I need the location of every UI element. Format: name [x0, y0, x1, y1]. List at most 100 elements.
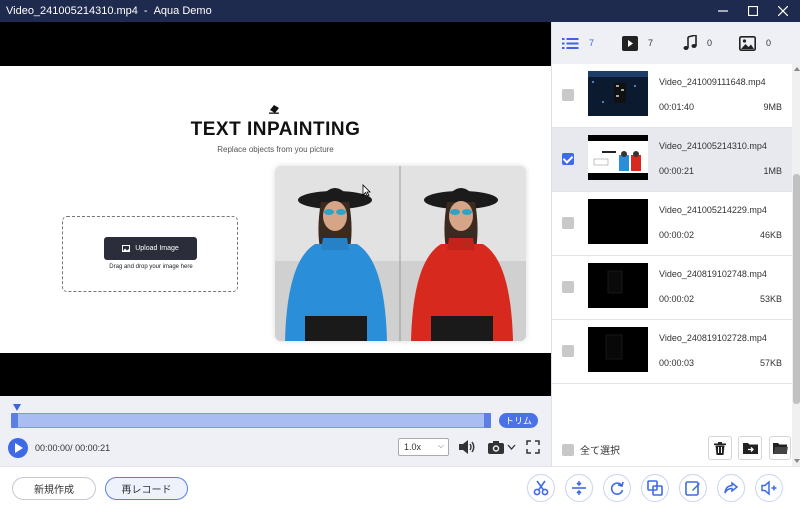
list-item[interactable]: Video_240819102748.mp4 00:00:02 53KB [552, 256, 792, 320]
scroll-down-icon[interactable] [794, 459, 800, 463]
upload-image-button: Upload Image [104, 237, 197, 260]
file-size: 57KB [759, 358, 782, 368]
file-duration: 00:00:02 [659, 294, 695, 304]
title-separator: - [143, 5, 148, 17]
trim-start-handle[interactable] [11, 413, 18, 428]
new-project-button[interactable]: 新規作成 [12, 477, 96, 500]
volume-button[interactable] [458, 438, 476, 456]
cut-tool-button[interactable] [527, 474, 555, 502]
split-icon [572, 481, 586, 495]
woman-portrait-illustration [275, 166, 526, 341]
volume-boost-button[interactable] [755, 474, 783, 502]
tab-image[interactable]: 0 [739, 34, 771, 52]
play-button[interactable] [8, 438, 28, 458]
file-name: Video_240819102728.mp4 [659, 333, 767, 343]
tab-image-count: 0 [766, 38, 772, 48]
media-tabs: 7 7 0 0 [552, 22, 800, 64]
scrollbar-thumb[interactable] [793, 174, 800, 404]
eraser-icon [269, 105, 279, 114]
scissors-icon [533, 480, 549, 496]
video-icon [622, 35, 638, 51]
media-panel: 7 7 0 0 Video_241009111648.mp4 00:01:40 … [551, 22, 800, 466]
frame-heading: TEXT INPAINTING [190, 119, 361, 140]
list-item[interactable]: Video_241005214310.mp4 00:00:21 1MB [552, 128, 792, 192]
delete-button[interactable] [708, 436, 732, 460]
item-checkbox[interactable] [562, 345, 574, 357]
chevron-down-icon: ⌵ [437, 441, 444, 450]
tab-all[interactable]: 7 [562, 34, 594, 52]
recording-list: Video_241009111648.mp4 00:01:40 9MB Vide… [552, 64, 792, 384]
list-icon [562, 37, 579, 49]
file-duration: 00:00:02 [659, 230, 695, 240]
tab-all-count: 7 [589, 38, 595, 48]
edit-tool-button[interactable] [679, 474, 707, 502]
folder-export-icon [742, 443, 758, 454]
minimize-icon [718, 10, 728, 12]
list-footer: 全て選択 [552, 430, 792, 466]
rerecord-button[interactable]: 再レコード [105, 477, 188, 500]
current-time: 00:00:00 [35, 443, 71, 453]
trim-button[interactable]: トリム [499, 413, 538, 428]
select-all-box[interactable] [562, 443, 574, 456]
close-icon [778, 6, 788, 16]
folder-icon [772, 443, 788, 454]
export-tool-button[interactable] [717, 474, 745, 502]
frame-subheading: Replace objects from you picture [217, 145, 334, 154]
item-checkbox[interactable] [562, 89, 574, 101]
move-to-folder-button[interactable] [738, 436, 762, 460]
file-size: 1MB [763, 166, 782, 176]
mouse-pointer-icon [362, 184, 371, 197]
trim-end-handle[interactable] [484, 413, 491, 428]
fullscreen-icon [525, 440, 540, 454]
trash-icon [714, 441, 726, 455]
file-duration: 00:01:40 [659, 102, 695, 112]
speed-select[interactable]: 1.0x ⌵ [398, 438, 449, 456]
split-tool-button[interactable] [565, 474, 593, 502]
item-checkbox[interactable] [562, 153, 574, 165]
video-thumbnail [588, 327, 648, 372]
rotate-tool-button[interactable] [603, 474, 631, 502]
window-app-name: Aqua Demo [153, 5, 212, 17]
image-icon [122, 245, 131, 252]
file-duration: 00:00:03 [659, 358, 695, 368]
video-thumbnail [588, 71, 648, 116]
merge-tool-button[interactable] [641, 474, 669, 502]
window-file-name: Video_241005214310.mp4 [6, 5, 138, 17]
list-item[interactable]: Video_241005214229.mp4 00:00:02 46KB [552, 192, 792, 256]
item-checkbox[interactable] [562, 217, 574, 229]
tab-video[interactable]: 7 [622, 34, 653, 52]
scroll-up-icon[interactable] [794, 67, 800, 71]
volume-icon [459, 440, 475, 454]
item-checkbox[interactable] [562, 281, 574, 293]
video-thumbnail [588, 135, 648, 180]
list-item[interactable]: Video_240819102728.mp4 00:00:03 57KB [552, 320, 792, 384]
window-title: Video_241005214310.mp4- Aqua Demo [6, 5, 212, 17]
camera-icon [487, 440, 504, 454]
list-scrollbar[interactable] [792, 64, 800, 466]
share-icon [724, 481, 739, 494]
maximize-button[interactable] [738, 0, 768, 22]
open-folder-button[interactable] [769, 436, 791, 460]
timeline-track[interactable] [11, 413, 491, 428]
playhead[interactable] [13, 404, 21, 411]
list-item[interactable]: Video_241009111648.mp4 00:01:40 9MB [552, 64, 792, 128]
time-display: 00:00:00/ 00:00:21 [35, 443, 110, 453]
video-preview[interactable]: TEXT INPAINTING Replace objects from you… [0, 22, 551, 396]
tab-audio-count: 0 [707, 38, 713, 48]
fullscreen-button[interactable] [524, 438, 541, 456]
file-name: Video_241005214310.mp4 [659, 141, 767, 151]
snapshot-button[interactable] [486, 438, 516, 456]
speed-value: 1.0x [404, 442, 422, 452]
minimize-button[interactable] [708, 0, 738, 22]
tab-video-count: 7 [648, 38, 654, 48]
image-icon [739, 35, 756, 51]
file-size: 9MB [763, 102, 782, 112]
select-all-label: 全て選択 [580, 446, 620, 457]
tab-audio[interactable]: 0 [683, 34, 712, 52]
merge-icon [647, 480, 663, 496]
file-name: Video_241009111648.mp4 [659, 77, 766, 87]
before-after-photo [275, 166, 526, 341]
select-all-checkbox[interactable]: 全て選択 [562, 442, 620, 457]
close-button[interactable] [768, 0, 798, 22]
upload-dropzone: Upload Image Drag and drop your image he… [62, 216, 238, 292]
